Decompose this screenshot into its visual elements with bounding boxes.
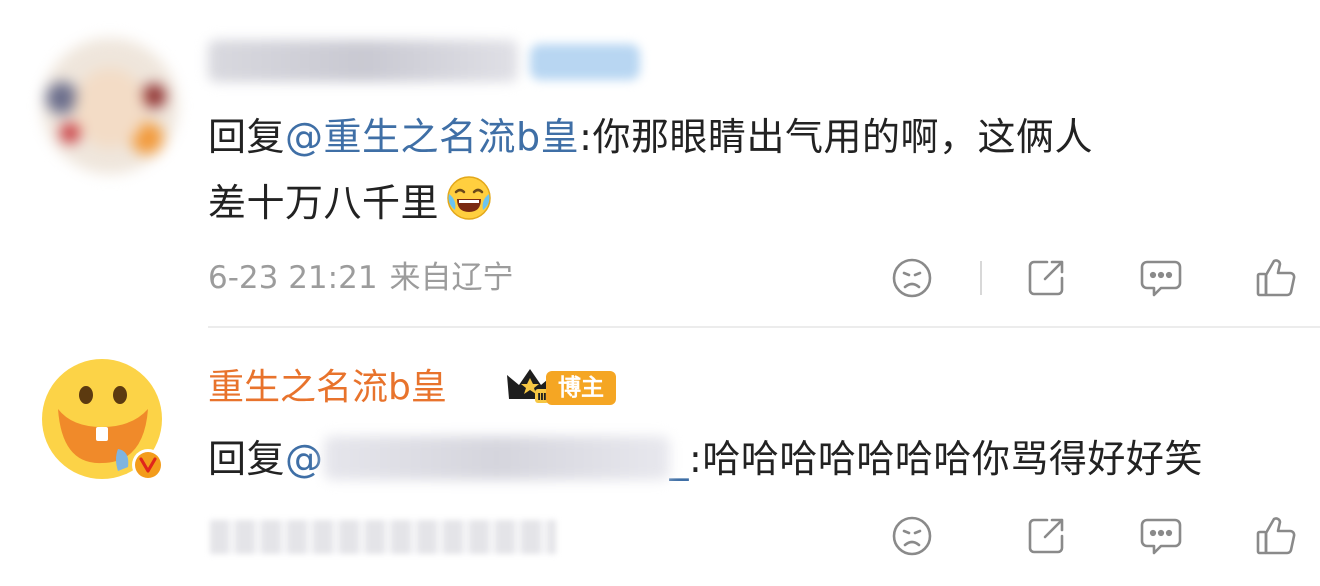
mention-link[interactable]: @重生之名流b皇	[285, 115, 579, 159]
comment-meta: 6-23 21:21 来自辽宁	[208, 250, 514, 306]
divider	[980, 261, 982, 295]
comment-icon[interactable]	[1137, 254, 1185, 302]
comment-meta-redacted	[210, 520, 556, 554]
divider	[980, 519, 982, 553]
like-icon[interactable]	[1252, 512, 1300, 560]
like-icon[interactable]	[1252, 254, 1300, 302]
user-badge-redacted	[530, 44, 640, 80]
avatar[interactable]	[40, 357, 170, 487]
comment-divider	[208, 326, 1320, 328]
blogger-username[interactable]: 重生之名流b皇	[208, 358, 447, 418]
share-icon[interactable]	[1022, 512, 1070, 560]
share-icon[interactable]	[1022, 254, 1070, 302]
comment-body: :你那眼睛出气用的啊，这俩人	[579, 115, 1093, 159]
comment-body: :哈哈哈哈哈哈哈你骂得好好笑	[689, 437, 1203, 481]
comment-text-line: 差十万八千里	[208, 168, 493, 244]
comment-time: 6-23 21:21	[208, 260, 378, 296]
comment-icon[interactable]	[1137, 512, 1185, 560]
comment-location: 来自辽宁	[389, 260, 514, 296]
laughing-tears-emoji-icon	[445, 174, 493, 244]
mention-suffix: _	[669, 437, 690, 481]
avatar[interactable]	[42, 38, 178, 174]
reply-prefix: 回复	[208, 115, 286, 159]
comment-text-line: 回复@ _:哈哈哈哈哈哈哈你骂得好好笑	[208, 424, 1203, 494]
mention-at: @	[285, 437, 324, 481]
dislike-icon[interactable]	[888, 512, 936, 560]
blogger-badge: 博主	[546, 371, 616, 405]
username-redacted[interactable]	[208, 40, 518, 82]
comment-actions	[888, 512, 1300, 560]
comment-body: 差十万八千里	[208, 181, 440, 225]
mention-link[interactable]: @ _	[285, 436, 690, 481]
comment-text-line: 回复@重生之名流b皇:你那眼睛出气用的啊，这俩人	[208, 102, 1093, 172]
mention-name-redacted	[323, 436, 670, 480]
dislike-icon[interactable]	[888, 254, 936, 302]
reply-prefix: 回复	[208, 437, 286, 481]
comment-actions	[888, 254, 1300, 302]
